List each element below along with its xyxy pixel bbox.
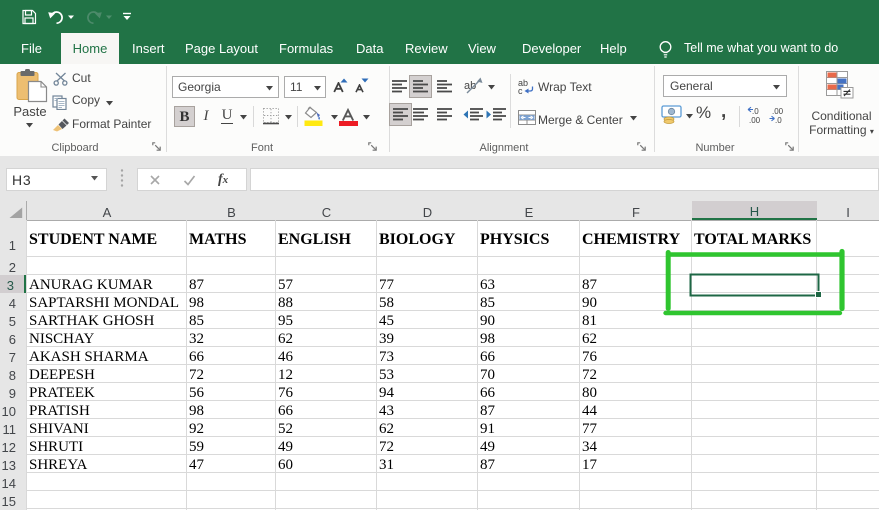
svg-text:.0: .0 [752, 107, 759, 116]
svg-text:c: c [518, 86, 523, 95]
svg-text:.0: .0 [775, 116, 782, 125]
svg-text:.00: .00 [772, 107, 784, 116]
svg-text:.00: .00 [749, 116, 761, 125]
